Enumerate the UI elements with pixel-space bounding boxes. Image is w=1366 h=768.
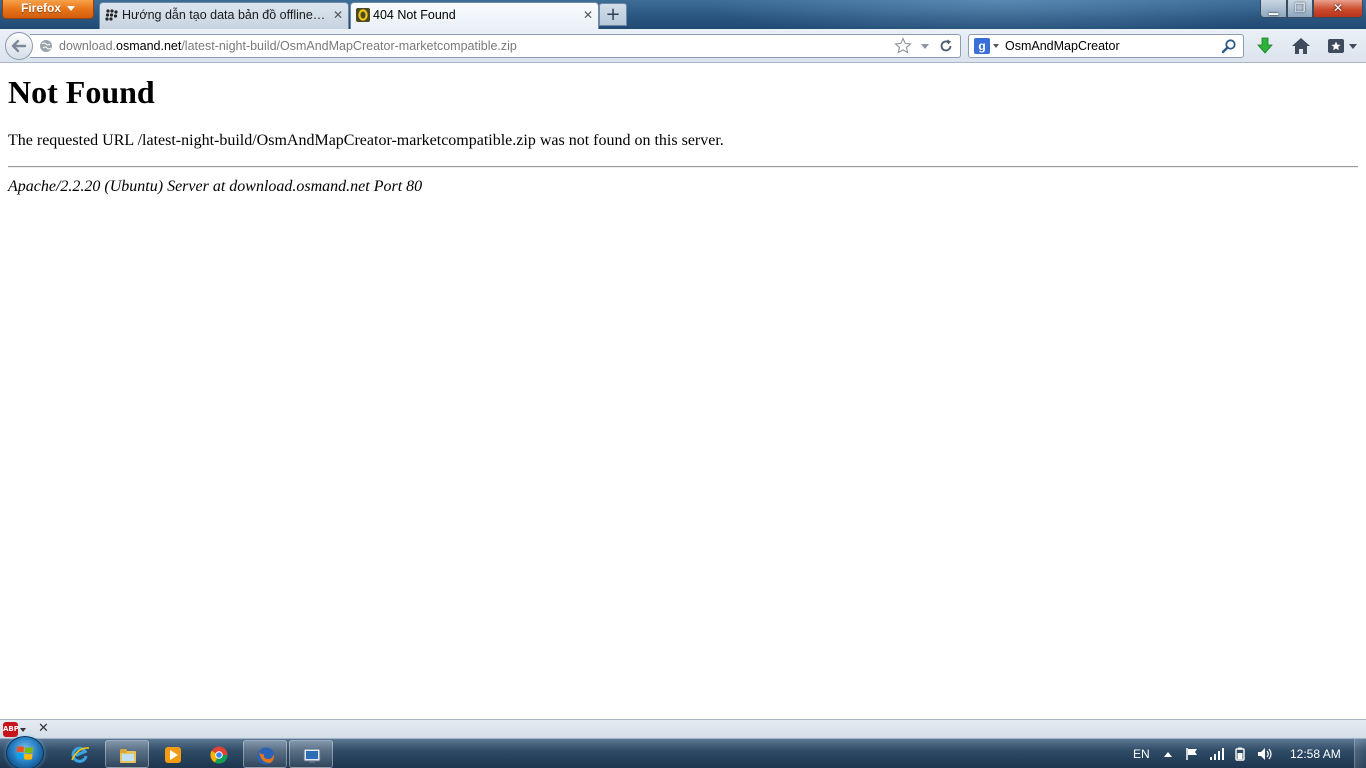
url-text[interactable]: download.osmand.net/latest-night-build/O… bbox=[59, 35, 517, 57]
search-bar[interactable]: g OsmAndMapCreator bbox=[968, 34, 1244, 58]
url-bar[interactable]: download.osmand.net/latest-night-build/O… bbox=[30, 34, 961, 58]
error-message: The requested URL /latest-night-build/Os… bbox=[8, 132, 724, 149]
page-title: Not Found bbox=[8, 74, 155, 110]
star-icon[interactable] bbox=[894, 37, 913, 55]
windows-explorer-icon bbox=[120, 749, 136, 763]
close-icon: ✕ bbox=[1332, 1, 1344, 15]
taskbar-chrome[interactable] bbox=[197, 740, 241, 768]
firefox-menu-label: Firefox bbox=[20, 1, 61, 15]
new-tab-button[interactable]: + bbox=[599, 3, 627, 26]
windows-logo-icon bbox=[17, 746, 33, 760]
media-player-icon bbox=[165, 747, 181, 763]
firefox-icon bbox=[257, 747, 275, 765]
taskbar: EN 12:58 AM bbox=[0, 736, 1366, 768]
url-host-prefix: download. bbox=[59, 39, 116, 53]
search-engine-selector[interactable]: g bbox=[974, 38, 990, 54]
battery-icon[interactable] bbox=[1233, 747, 1247, 761]
network-signal-icon[interactable] bbox=[1209, 747, 1225, 761]
internet-explorer-icon bbox=[71, 746, 90, 763]
chevron-down-icon bbox=[67, 6, 75, 12]
back-button[interactable] bbox=[5, 32, 33, 60]
chevron-down-icon[interactable] bbox=[993, 44, 999, 48]
osmand-icon bbox=[356, 8, 370, 22]
minimize-button[interactable]: ▁ bbox=[1260, 0, 1287, 18]
search-icon[interactable] bbox=[1221, 38, 1237, 54]
page-content: Not Found The requested URL /latest-nigh… bbox=[0, 63, 1366, 719]
taskbar-internet-explorer[interactable] bbox=[58, 740, 102, 768]
show-hidden-icons-icon[interactable] bbox=[1163, 750, 1173, 758]
volume-icon[interactable] bbox=[1257, 747, 1273, 761]
firefox-menu-button[interactable]: Firefox bbox=[2, 0, 94, 19]
url-path: /latest-night-build/OsmAndMapCreator-mar… bbox=[181, 39, 517, 53]
maximize-icon: ❐ bbox=[1294, 1, 1306, 15]
history-dropdown-icon[interactable] bbox=[919, 37, 931, 55]
addon-bar-close-icon[interactable]: ✕ bbox=[38, 720, 49, 738]
action-center-flag-icon[interactable] bbox=[1185, 747, 1199, 761]
adblock-plus-icon[interactable]: ABP bbox=[3, 722, 19, 737]
download-icon[interactable] bbox=[1254, 36, 1276, 56]
taskbar-firefox[interactable] bbox=[243, 740, 287, 768]
taskbar-remote-desktop[interactable] bbox=[289, 740, 333, 768]
divider bbox=[8, 166, 1358, 168]
url-host: osmand.net bbox=[116, 39, 182, 53]
tab-close-icon[interactable]: ✕ bbox=[332, 3, 344, 28]
show-desktop-button[interactable] bbox=[1354, 739, 1366, 768]
taskbar-windows-explorer[interactable] bbox=[105, 740, 149, 768]
language-indicator[interactable]: EN bbox=[1133, 739, 1150, 768]
server-signature: Apache/2.2.20 (Ubuntu) Server at downloa… bbox=[8, 178, 423, 195]
chevron-down-icon[interactable] bbox=[20, 728, 26, 732]
back-arrow-icon bbox=[11, 39, 27, 53]
minimize-icon: ▁ bbox=[1268, 1, 1279, 15]
maximize-button[interactable]: ❐ bbox=[1287, 0, 1313, 18]
chrome-icon bbox=[210, 746, 228, 764]
reload-icon[interactable] bbox=[938, 37, 954, 55]
tab-label: 404 Not Found bbox=[373, 8, 456, 22]
search-input[interactable]: OsmAndMapCreator bbox=[1005, 35, 1120, 57]
navigation-toolbar: download.osmand.net/latest-night-build/O… bbox=[0, 29, 1366, 63]
tab-close-icon[interactable]: ✕ bbox=[582, 3, 594, 28]
globe-icon[interactable] bbox=[39, 39, 53, 53]
url-bar-icons bbox=[891, 37, 954, 55]
taskbar-media-player[interactable] bbox=[151, 740, 195, 768]
tab-label: Hướng dẫn tạo data bản đồ offline c... bbox=[122, 8, 333, 22]
tab-huong-dan[interactable]: Hướng dẫn tạo data bản đồ offline c... ✕ bbox=[99, 2, 349, 29]
tab-404-not-found[interactable]: 404 Not Found ✕ bbox=[350, 2, 599, 30]
clock[interactable]: 12:58 AM bbox=[1290, 739, 1341, 768]
title-bar: Firefox Hướng dẫn tạo data bản đồ offlin… bbox=[0, 0, 1366, 30]
addon-bar: ABP ✕ bbox=[0, 719, 1366, 738]
home-icon[interactable] bbox=[1290, 36, 1312, 56]
titlebar-glow bbox=[700, 0, 1300, 30]
start-button[interactable] bbox=[6, 736, 44, 768]
bookmarks-icon[interactable] bbox=[1326, 36, 1360, 56]
blackberry-icon bbox=[105, 9, 118, 21]
close-window-button[interactable]: ✕ bbox=[1313, 0, 1363, 18]
remote-desktop-icon bbox=[303, 748, 321, 763]
